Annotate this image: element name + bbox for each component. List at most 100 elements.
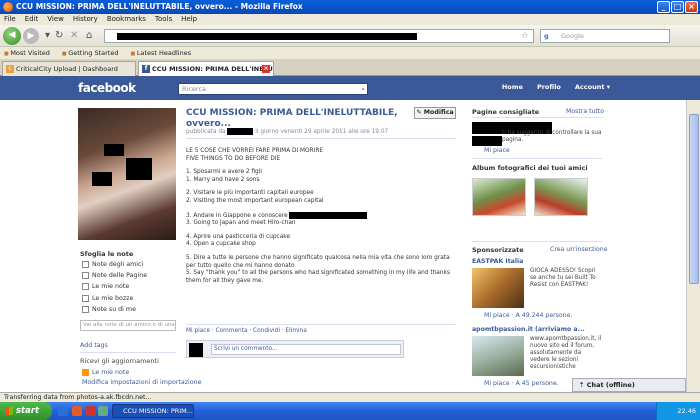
meta-prefix: pubblicata da [186, 129, 226, 135]
vertical-scrollbar[interactable] [686, 100, 700, 392]
ad-like-apomtb[interactable]: Mi piace · A 45 persone. [484, 380, 559, 387]
facebook-search-placeholder: Ricerca [182, 85, 206, 93]
note-filter-icon [82, 272, 89, 279]
close-tab-icon[interactable]: × [262, 65, 270, 73]
redacted-page [472, 136, 502, 146]
menu-bookmarks[interactable]: Bookmarks [107, 14, 146, 25]
ad-image-apomtb[interactable] [472, 336, 524, 376]
menu-history[interactable]: History [73, 14, 98, 25]
show-all-link[interactable]: Mostra tutto [566, 108, 604, 115]
start-button[interactable]: start [0, 402, 52, 420]
ie-icon[interactable] [58, 406, 68, 416]
menu-bar: File Edit View History Bookmarks Tools H… [0, 14, 700, 25]
note-item: 5. Say "thank you" to all the persons wh… [186, 270, 450, 284]
tab-label: CCU MISSION: PRIMA DELL'INELUT... [152, 65, 274, 73]
dropdown-icon[interactable]: ▾ [45, 30, 50, 42]
tab-label: CriticalCity Upload | Dashboard [16, 65, 118, 73]
comment-box: Scrivi un commento... [186, 340, 404, 358]
navigation-toolbar: ◀ ▶ ▾ ↻ ✕ ⌂ ☆ g Google [0, 25, 700, 47]
maximize-button[interactable]: □ [671, 1, 684, 13]
add-tags-link[interactable]: Add tags [80, 342, 108, 349]
menu-view[interactable]: View [47, 14, 64, 25]
divider [472, 158, 602, 159]
facebook-search-input[interactable]: Ricerca ⌕ [178, 83, 368, 95]
scrollbar-thumb[interactable] [689, 114, 699, 284]
menu-help[interactable]: Help [181, 14, 197, 25]
facebook-logo[interactable]: facebook [78, 81, 136, 95]
divider [472, 241, 602, 242]
note-filter-icon [82, 283, 89, 290]
bookmark-latest-headlines[interactable]: Latest Headlines [130, 47, 191, 59]
close-window-button[interactable]: × [685, 1, 698, 13]
profile-photo[interactable] [78, 108, 176, 240]
redacted-face [92, 172, 112, 186]
menu-tools[interactable]: Tools [155, 14, 172, 25]
nav-home[interactable]: Home [502, 83, 523, 91]
album-thumbnail[interactable] [534, 178, 588, 216]
notes-friends-link[interactable]: Note degli amici [92, 261, 143, 268]
taskbar-firefox-window[interactable]: CCU MISSION: PRIM... [112, 404, 194, 418]
redacted-url [117, 33, 417, 40]
my-notes-feed-link[interactable]: Le mie note [92, 369, 129, 376]
chat-bar[interactable]: ⇡ Chat (offline) [572, 378, 686, 392]
clock: 22.46 [677, 407, 696, 415]
friend-notes-search-input[interactable]: Vai alle note di un amico o di una P [80, 320, 176, 331]
browse-notes-title: Sfoglia le note [80, 250, 134, 258]
note-item: 4. Open a cupcake shop [186, 241, 256, 248]
home-icon[interactable]: ⌂ [86, 30, 92, 42]
divider [186, 138, 456, 139]
ad-title-eastpak[interactable]: EASTPAK Italia [472, 258, 523, 265]
chat-label: Chat (offline) [586, 381, 635, 389]
divider [186, 324, 456, 325]
quicklaunch-icon[interactable] [98, 406, 108, 416]
note-body: LE 5 COSE CHE VORREI FARE PRIMA DI MORIR… [186, 148, 461, 291]
create-ad-link[interactable]: Crea un'inserzione [550, 246, 608, 253]
search-icon[interactable]: ⌕ [361, 84, 365, 94]
my-notes-link[interactable]: Le mie note [92, 283, 129, 290]
bookmark-most-visited[interactable]: Most Visited [4, 47, 50, 59]
system-tray: 22.46 [656, 402, 700, 420]
url-bar[interactable]: ☆ [104, 29, 534, 43]
menu-edit[interactable]: Edit [25, 14, 39, 25]
notes-about-me-link[interactable]: Note su di me [92, 306, 136, 313]
note-actions[interactable]: Mi piace · Commenta · Condividi · Elimin… [186, 328, 307, 334]
note-meta: pubblicata da il giorno venerdi 29 april… [186, 128, 388, 135]
ad-image-eastpak[interactable] [472, 268, 524, 308]
nav-profile[interactable]: Profilo [537, 83, 561, 91]
tab-criticalcity[interactable]: c CriticalCity Upload | Dashboard [2, 61, 136, 76]
back-button[interactable]: ◀ [3, 27, 21, 45]
edit-note-button[interactable]: ✎ Modifica [414, 107, 456, 119]
note-item: 1. Marry and have 2 sons [186, 176, 260, 183]
stop-icon[interactable]: ✕ [70, 30, 78, 42]
divider [472, 117, 602, 118]
like-page-link[interactable]: Mi piace [484, 147, 510, 154]
note-item: 2. Visiting the most important european … [186, 197, 324, 204]
facebook-favicon: f [142, 65, 150, 73]
bookmark-star-icon[interactable]: ☆ [521, 30, 529, 43]
bookmark-getting-started[interactable]: Getting Started [62, 47, 118, 59]
window-title: CCU MISSION: PRIMA DELL'INELUTTABILE, ov… [16, 2, 303, 11]
minimize-button[interactable]: _ [657, 1, 670, 13]
redacted-name [289, 211, 368, 219]
windows-taskbar: start CCU MISSION: PRIM... 22.46 [0, 402, 700, 420]
web-search-input[interactable]: g Google [540, 29, 670, 43]
note-item: 4. Aprire una pasticceria di cupcake [186, 233, 291, 240]
nav-account[interactable]: Account ▾ [575, 83, 610, 91]
quicklaunch-icon[interactable] [86, 406, 96, 416]
ad-like-eastpak[interactable]: Mi piace · A 49.244 persone. [484, 312, 572, 319]
import-settings-link[interactable]: Modifica impostazioni di importazione [82, 379, 201, 386]
album-thumbnail[interactable] [472, 178, 526, 216]
ad-title-apomtb[interactable]: apomtbpassion.it (arriviamo a... [472, 326, 585, 333]
menu-file[interactable]: File [4, 14, 16, 25]
my-drafts-link[interactable]: Le mie bozze [92, 295, 133, 302]
note-item: 3. Andare in Giappone e conoscere [186, 212, 288, 219]
note-heading-it: LE 5 COSE CHE VORREI FARE PRIMA DI MORIR… [186, 148, 324, 154]
firefox-icon[interactable] [72, 406, 82, 416]
notes-pages-link[interactable]: Note delle Pagine [92, 272, 147, 279]
forward-button[interactable]: ▶ [23, 28, 39, 44]
reload-icon[interactable]: ↻ [55, 30, 63, 42]
suggested-pages-title: Pagine consigliate [472, 108, 540, 116]
divider [80, 352, 176, 353]
tab-ccu-mission[interactable]: f CCU MISSION: PRIMA DELL'INELUT... × [138, 61, 274, 76]
comment-input[interactable]: Scrivi un commento... [211, 344, 401, 355]
